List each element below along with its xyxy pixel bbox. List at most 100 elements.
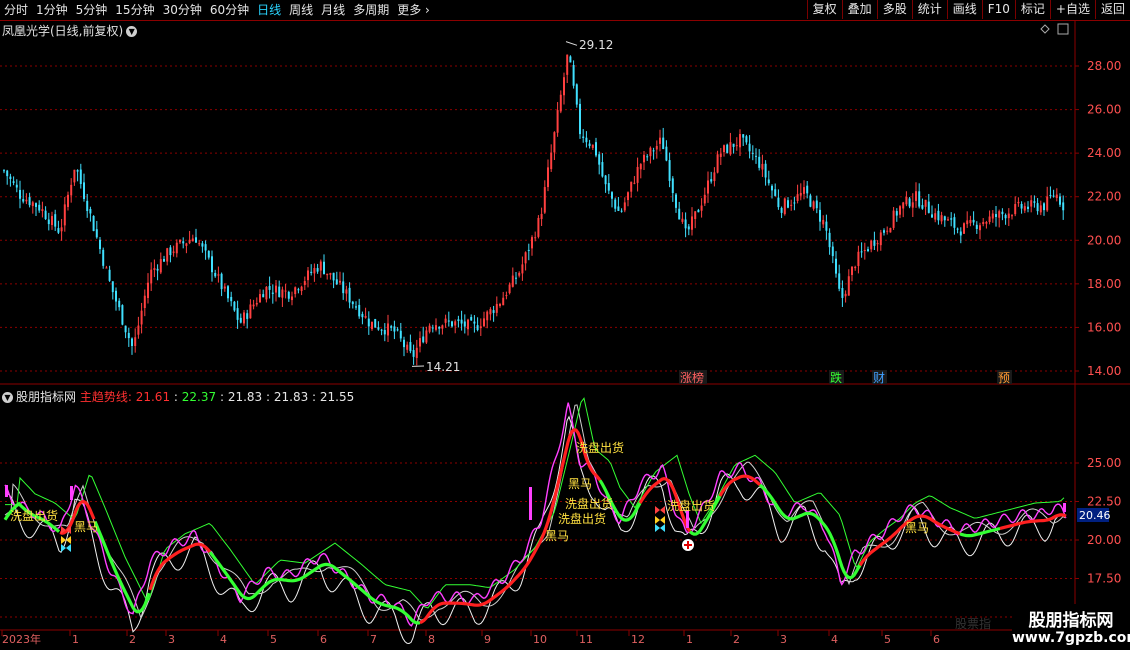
- candle-body: [294, 287, 297, 295]
- candle-body: [543, 187, 546, 213]
- y-tick-label: 28.00: [1087, 59, 1121, 73]
- candle-body: [694, 211, 697, 219]
- trend-line-segment: [959, 526, 1001, 538]
- candle-body: [79, 169, 82, 184]
- candle-body: [419, 338, 421, 347]
- candle-body: [921, 205, 924, 209]
- trend-line-label: 主趋势线: [79, 390, 128, 404]
- candle-body: [633, 182, 636, 184]
- candle-body: [991, 213, 994, 219]
- candle-body: [854, 266, 857, 269]
- candle-body: [959, 231, 962, 236]
- candle-body: [934, 213, 937, 220]
- x-tick-label: 4: [220, 633, 227, 646]
- candle-body: [863, 249, 866, 251]
- candle-body: [483, 318, 485, 327]
- candle-body: [1011, 215, 1013, 217]
- candle-body: [614, 199, 617, 209]
- indicator-name: 股朋指标网: [16, 390, 77, 404]
- candle-body: [521, 264, 524, 274]
- candle-body: [204, 244, 207, 251]
- candle-body: [742, 134, 745, 138]
- candle-body: [393, 326, 396, 332]
- candle-body: [281, 289, 284, 298]
- candle-body: [927, 201, 930, 213]
- candle-body: [918, 191, 921, 207]
- x-tick-label: 6: [933, 633, 940, 646]
- candle-body: [508, 284, 511, 294]
- candle-body: [598, 154, 601, 165]
- frame-icon: [1057, 23, 1069, 35]
- candle-body: [588, 143, 591, 146]
- candle-body: [515, 277, 517, 279]
- candle-body: [412, 350, 415, 357]
- candle-body: [780, 207, 783, 213]
- candle-body: [127, 332, 130, 339]
- candle-body: [518, 272, 521, 276]
- candle-body: [172, 251, 175, 253]
- candle-body: [803, 187, 805, 194]
- candle-body: [502, 297, 505, 306]
- candle-body: [1033, 201, 1036, 203]
- candle-body: [300, 286, 303, 292]
- x-tick-label: 4: [831, 633, 838, 646]
- x-tick-label: 3: [780, 633, 787, 646]
- candle-body: [367, 318, 370, 327]
- candle-body: [54, 214, 57, 227]
- candle-body: [140, 310, 143, 325]
- candle-body: [297, 289, 300, 291]
- candles-group: [3, 54, 1065, 366]
- candle-body: [659, 137, 661, 144]
- candle-body: [652, 150, 655, 152]
- candle-body: [1046, 196, 1049, 211]
- chevron-down-icon[interactable]: ▼: [2, 392, 13, 403]
- candle-body: [95, 229, 98, 238]
- candle-body: [239, 317, 242, 323]
- candle-body: [665, 146, 668, 161]
- candle-body: [639, 164, 642, 170]
- candle-body: [748, 143, 751, 152]
- candle-body: [351, 301, 354, 305]
- candle-body: [83, 182, 85, 200]
- candle-body: [806, 185, 809, 194]
- candle-body: [134, 337, 137, 347]
- x-tick-label: 5: [270, 633, 277, 646]
- candle-body: [115, 290, 117, 302]
- candle-body: [332, 272, 335, 281]
- candle-body: [735, 145, 738, 147]
- candle-body: [879, 232, 882, 246]
- candle-body: [691, 216, 693, 230]
- x-tick-label: 2: [733, 633, 740, 646]
- candle-body: [220, 273, 223, 290]
- candle-body: [268, 285, 271, 290]
- x-tick-label: 9: [484, 633, 491, 646]
- candle-body: [601, 162, 604, 177]
- candle-body: [207, 250, 210, 258]
- signal-label: 洗盘出货: [558, 511, 606, 526]
- x-tick-label: 10: [533, 633, 547, 646]
- candle-body: [377, 327, 380, 330]
- candle-body: [604, 175, 607, 185]
- candle-body: [623, 202, 626, 211]
- candle-body: [489, 309, 492, 315]
- candle-body: [710, 179, 713, 182]
- candle-body: [713, 172, 716, 182]
- candle-body: [876, 243, 879, 245]
- indicator-value-5: 21.55: [319, 390, 355, 404]
- candle-body: [236, 308, 239, 320]
- candle-body: [284, 290, 287, 292]
- candle-body: [751, 152, 754, 154]
- kline-chart[interactable]: 28.00 26.00 24.00 22.00 20.00 18.00 16.00 14.00…: [0, 0, 1130, 650]
- signal-bar: [5, 485, 8, 497]
- candle-body: [460, 319, 463, 324]
- candle-body: [195, 237, 197, 243]
- candle-body: [774, 189, 777, 196]
- candle-body: [364, 315, 367, 318]
- candle-body: [28, 197, 31, 206]
- candle-body: [51, 216, 53, 226]
- candle-body: [441, 325, 444, 329]
- candle-body: [41, 209, 44, 212]
- butterfly-icon: [655, 516, 665, 524]
- candle-body: [1007, 213, 1010, 219]
- candle-body: [124, 325, 127, 333]
